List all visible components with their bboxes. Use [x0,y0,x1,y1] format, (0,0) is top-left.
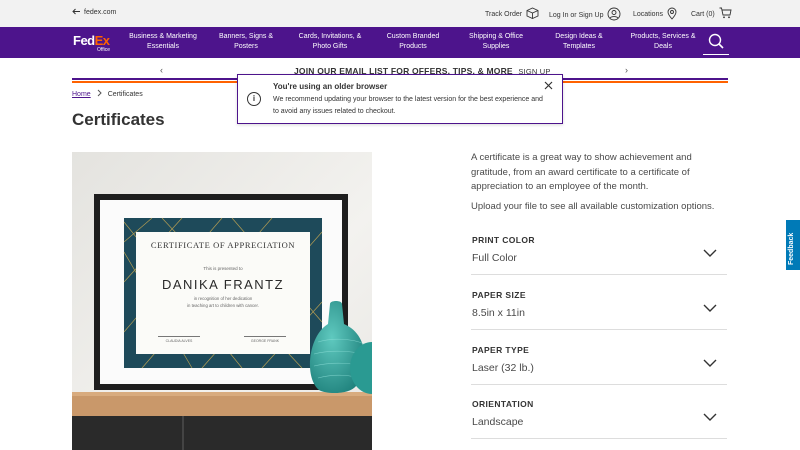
alert-title: You're using an older browser [273,82,388,91]
option-label: PAPER TYPE [472,345,530,355]
nav-item-business-marketing[interactable]: Business & Marketing Essentials [122,32,204,52]
locations-link[interactable]: Locations [633,7,677,22]
option-paper-type[interactable]: PAPER TYPE Laser (32 lb.) [471,330,727,385]
feedback-tab[interactable]: Feedback [786,220,800,270]
upload-note: Upload your file to see all available cu… [471,201,715,212]
logo-fed: Fed [73,33,95,48]
info-icon: i [247,92,261,106]
user-icon [607,7,621,23]
option-print-color[interactable]: PRINT COLOR Full Color [471,220,727,275]
cart-icon [719,7,732,21]
option-value: Full Color [472,252,517,264]
option-label: PAPER SIZE [472,290,526,300]
chevron-down-icon [703,244,717,262]
search-icon [703,33,729,59]
close-icon[interactable] [544,81,553,93]
nav-item-custom-branded[interactable]: Custom Branded Products [378,32,448,52]
option-label: PRINT COLOR [472,235,535,245]
breadcrumb: Home Certificates [72,89,143,99]
option-paper-size[interactable]: PAPER SIZE 8.5in x 11in [471,275,727,330]
cart-link[interactable]: Cart (0) [691,7,732,21]
page-title: Certificates [72,110,165,129]
option-value: Landscape [472,416,524,428]
logo-office: Office [97,47,110,53]
chevron-right-icon[interactable]: › [625,65,628,75]
nav-item-cards-invitations[interactable]: Cards, Invitations, & Photo Gifts [290,32,370,52]
fedex-office-logo[interactable]: FedEx Office [73,33,110,53]
breadcrumb-home-link[interactable]: Home [72,91,91,98]
locations-label: Locations [633,11,663,18]
option-label: ORIENTATION [472,399,534,409]
option-orientation[interactable]: ORIENTATION Landscape [471,384,727,439]
utility-bar: fedex.com Track Order Log In or Sign Up … [0,0,800,27]
back-link-label: fedex.com [84,9,117,16]
feedback-label: Feedback [788,232,795,265]
track-order-label: Track Order [485,10,523,18]
track-order-link[interactable]: Track Order [485,7,539,21]
login-link[interactable]: Log In or Sign Up [549,7,621,23]
nav-item-shipping-office[interactable]: Shipping & Office Supplies [458,32,534,52]
map-pin-icon [667,7,677,22]
package-icon [526,7,539,21]
product-description: A certificate is a great way to show ach… [471,152,692,192]
option-value: 8.5in x 11in [472,307,525,319]
logo-ex: Ex [94,33,110,48]
breadcrumb-current: Certificates [107,90,143,98]
arrow-left-icon [72,8,81,17]
chevron-down-icon [703,408,717,426]
cart-label: Cart (0) [691,10,715,18]
back-to-fedex-link[interactable]: fedex.com [72,8,116,17]
product-image: CERTIFICATE OF APPRECIATION This is pres… [72,152,372,450]
option-value: Laser (32 lb.) [472,362,534,374]
search-button[interactable] [703,27,729,55]
chevron-left-icon[interactable]: ‹ [160,65,163,75]
nav-item-banners-signs[interactable]: Banners, Signs & Posters [210,32,282,52]
main-nav: FedEx Office Business & Marketing Essent… [0,27,800,58]
chevron-down-icon [703,299,717,317]
nav-item-design-ideas[interactable]: Design Ideas & Templates [546,32,612,52]
chevron-right-icon [97,89,102,99]
nav-item-products-services[interactable]: Products, Services & Deals [622,32,704,52]
browser-warning-alert: i You're using an older browser We recom… [237,74,563,124]
chevron-down-icon [703,354,717,372]
login-label: Log In or Sign Up [549,11,604,19]
alert-body: We recommend updating your browser to th… [273,96,543,115]
